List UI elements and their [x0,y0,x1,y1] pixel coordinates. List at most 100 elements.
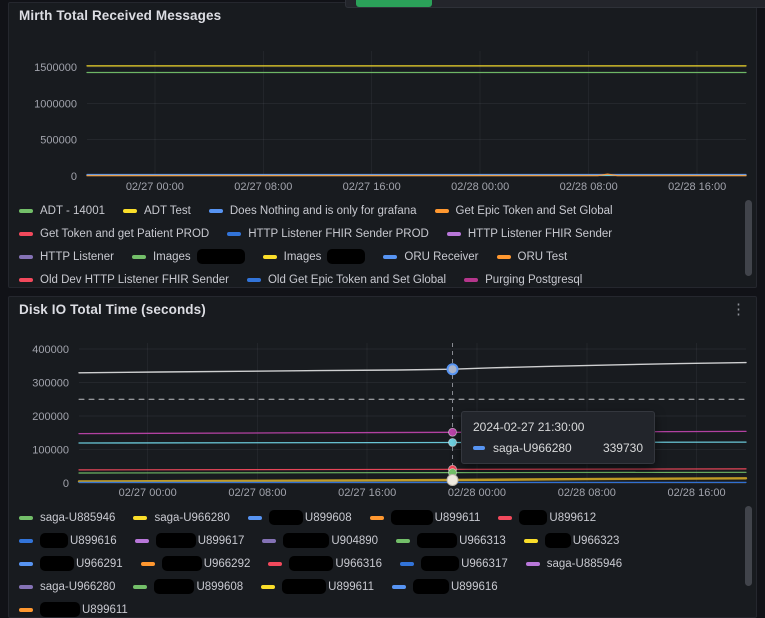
legend-label: Images [152,250,191,263]
legend-label: saga-U885946 [546,557,623,570]
legend-item-adt-test[interactable]: ADT Test [123,205,191,217]
series-color-swatch [498,515,513,520]
legend-label: HTTP Listener FHIR Sender [467,227,613,240]
y-tick-label: 1000000 [34,98,77,110]
legend-label: HTTP Listener [40,250,114,263]
legend-item-u899617[interactable]: U899617 [134,533,245,548]
legend-item-oru-test[interactable]: ORU Test [496,250,568,263]
series-color-swatch [496,254,511,259]
series-color-swatch [19,208,33,213]
legend-label: ORU Test [517,250,568,263]
series-color-swatch [19,277,33,282]
y-tick-label: 0 [71,171,77,183]
legend-label: U899608 [196,580,244,593]
legend-item-get-token-and-get-patient-prod[interactable]: Get Token and get Patient PROD [19,228,209,240]
legend-item-u899611[interactable]: U899611 [261,579,374,594]
legend-label: U966323 [572,534,620,547]
legend-item-u966323[interactable]: U966323 [523,533,620,548]
series-color-swatch [396,538,411,543]
legend-item-get-epic-token-and-set-global[interactable]: Get Epic Token and Set Global [434,204,613,217]
redaction-box [282,579,327,594]
legend-label: Get Epic Token and Set Global [455,204,613,217]
series-color-swatch [19,538,33,543]
redaction-box [327,249,366,264]
redaction-box [519,510,548,525]
redaction-box [390,510,433,525]
legend-row: Get Token and get Patient PROD HTTP Liste… [19,222,740,245]
x-tick-label: 02/27 08:00 [228,487,286,499]
timeseries-chart[interactable]: 0 500000 1000000 1500000 02/27 00:00 02/27 08… [9,3,756,199]
x-tick-label: 02/28 16:00 [668,181,726,193]
legend-item-oru-receiver[interactable]: ORU Receiver [383,251,479,263]
series-color-swatch [123,208,137,213]
y-tick-label: 1500000 [34,62,77,74]
legend-item-u899611[interactable]: U899611 [19,602,128,617]
legend-label: Get Token and get Patient PROD [40,227,210,240]
legend-item-u899616[interactable]: U899616 [391,579,498,594]
series-color-swatch [133,584,148,589]
legend-row: saga-U966280 U899608 U899611 U899616 [19,575,740,598]
apply-button-fragment[interactable] [356,0,432,7]
timeseries-chart[interactable]: 0 100000 200000 300000 400000 02/27 00:00 02/2… [9,297,756,501]
tooltip-series-row: saga-U966280 339730 [473,441,643,455]
x-tick-label: 02/27 00:00 [119,487,177,499]
legend-row: HTTP Listener Images Images ORU Receiver ORU… [19,245,740,268]
redaction-box [155,533,196,548]
redaction-box [154,579,195,594]
legend-label: U899617 [197,534,245,547]
legend-item-saga-u885946[interactable]: saga-U885946 [19,512,115,524]
legend-scrollbar-thumb[interactable] [745,506,752,586]
legend-row: U899611 [19,598,740,617]
legend-label: ADT Test [144,204,191,217]
legend-item-saga-u966280[interactable]: saga-U966280 [133,511,230,524]
legend-item-http-listener[interactable]: HTTP Listener [19,251,114,263]
legend-item-u899616[interactable]: U899616 [19,533,117,548]
tooltip-series-name: saga-U966280 [493,441,572,455]
legend-label: U899616 [450,580,498,593]
legend-item-purging-postgresql[interactable]: Purging Postgresql [464,274,582,286]
legend-label: Images [283,250,322,263]
series-color-swatch [19,231,33,236]
legend-label: U899616 [70,534,117,547]
legend-item-u899611[interactable]: U899611 [369,510,480,525]
redaction-box [289,556,334,571]
series-color-swatch [525,561,540,566]
legend-scrollbar-thumb[interactable] [745,200,752,276]
legend-item-u966291[interactable]: U966291 [19,556,123,571]
legend-item-u899612[interactable]: U899612 [498,510,596,525]
legend-label: Purging Postgresql [485,273,583,286]
x-tick-label: 02/28 08:00 [560,181,618,193]
legend-item-u966313[interactable]: U966313 [396,533,506,548]
legend-item-http-listener-fhir-sender[interactable]: HTTP Listener FHIR Sender [446,227,613,240]
legend-item-u966316[interactable]: U966316 [268,556,382,571]
legend-label: saga-U966280 [40,580,116,593]
legend-item-images[interactable]: Images [131,249,245,264]
legend-item-does-nothing-and-is-only-for-grafana[interactable]: Does Nothing and is only for grafana [208,204,417,217]
x-tick-label: 02/28 00:00 [451,181,509,193]
legend-item-old-get-epic-token-and-set-global[interactable]: Old Get Epic Token and Set Global [246,274,446,286]
series-line-saga-u966280 [78,361,747,374]
series-color-swatch [247,515,262,520]
legend-item-u966317[interactable]: U966317 [400,556,508,571]
legend-item-u899608[interactable]: U899608 [133,579,243,594]
legend-item-saga-u966280[interactable]: saga-U966280 [19,581,115,593]
crosshair-point [448,438,457,447]
legend-label: Does Nothing and is only for grafana [229,204,417,217]
redaction-box [40,602,80,617]
legend-label: saga-U966280 [154,511,230,524]
legend-item-old-dev-http-listener-fhir-sender[interactable]: Old Dev HTTP Listener FHIR Sender [19,274,229,286]
legend-item-http-listener-fhir-sender-prod[interactable]: HTTP Listener FHIR Sender PROD [227,228,429,240]
tooltip-series-value: 339730 [602,441,643,455]
legend-item-u966292[interactable]: U966292 [140,556,250,571]
legend-item-saga-u885946[interactable]: saga-U885946 [525,557,623,570]
series-color-swatch [133,515,148,520]
legend-item-u899608[interactable]: U899608 [247,510,352,525]
chart-legend: saga-U885946 saga-U966280 U899608 U899611 U8… [19,506,740,617]
legend-item-u904890[interactable]: U904890 [262,533,378,548]
redaction-box [421,556,460,571]
tooltip-series-swatch [473,446,485,450]
legend-item-adt-14001[interactable]: ADT - 14001 [19,205,105,217]
crosshair-point [446,473,459,486]
legend-item-images[interactable]: Images [262,249,366,264]
series-color-swatch [262,254,277,259]
